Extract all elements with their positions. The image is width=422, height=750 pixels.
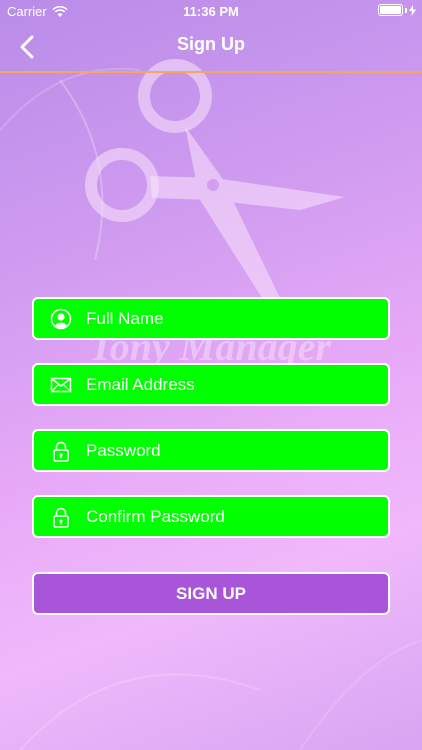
nav-divider — [0, 71, 422, 73]
password-field[interactable]: Password — [32, 429, 390, 472]
battery-level — [380, 6, 401, 14]
password-placeholder: Password — [86, 440, 161, 460]
navigation-bar: Sign Up — [0, 24, 422, 72]
sign-up-button[interactable]: SIGN UP — [32, 572, 390, 615]
user-icon — [50, 308, 72, 329]
page-title: Sign Up — [177, 34, 245, 54]
confirm-password-field[interactable]: Confirm Password — [32, 495, 390, 538]
email-placeholder: Email Address — [86, 374, 195, 394]
full-name-placeholder: Full Name — [86, 308, 164, 328]
lock-icon — [53, 441, 69, 462]
charging-bolt-icon — [409, 4, 416, 16]
battery-icon — [378, 4, 403, 16]
status-bar: Carrier 11:36 PM — [0, 0, 422, 24]
clock: 11:36 PM — [183, 4, 239, 19]
confirm-password-placeholder: Confirm Password — [86, 506, 225, 526]
lock-icon — [53, 507, 69, 528]
battery-indicator — [378, 4, 416, 16]
full-name-field[interactable]: Full Name — [32, 297, 390, 340]
envelope-icon — [50, 377, 72, 392]
scissors-icon — [85, 59, 212, 222]
email-field[interactable]: Email Address — [32, 363, 390, 406]
